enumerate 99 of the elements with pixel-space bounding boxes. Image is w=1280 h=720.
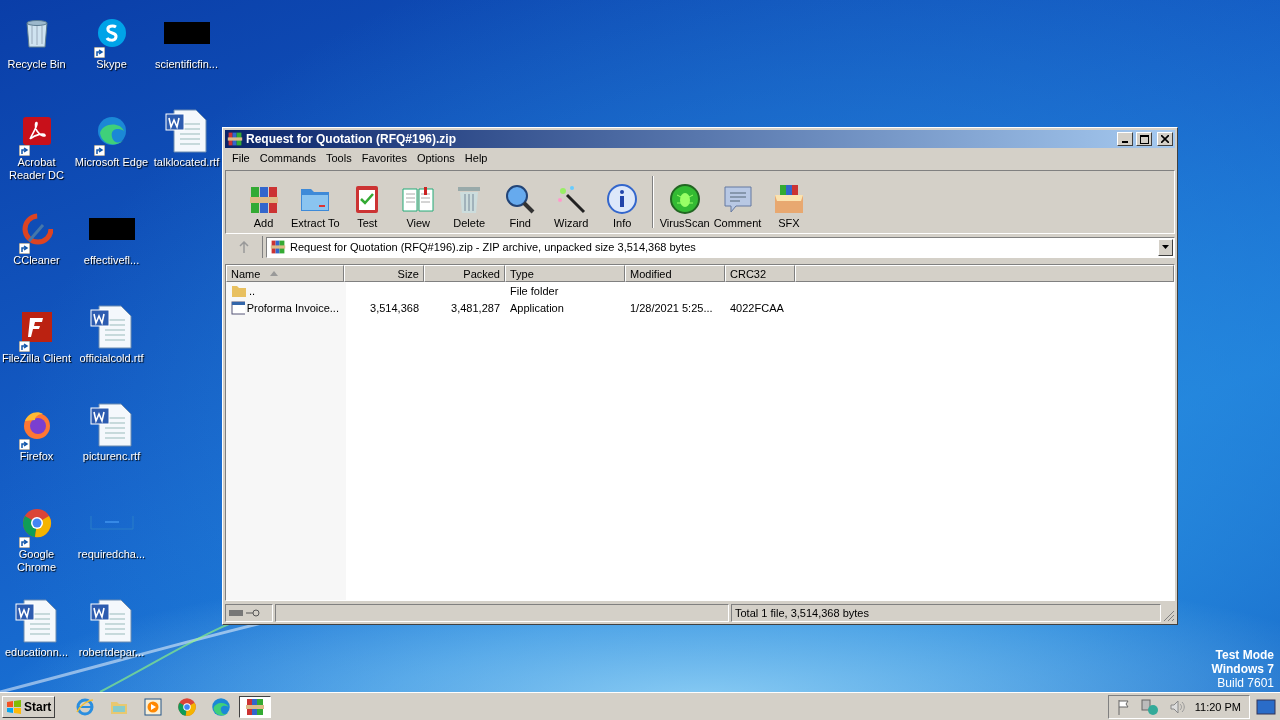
- info-icon: [606, 183, 639, 215]
- address-field[interactable]: Request for Quotation (RFQ#196).zip - ZIP archive, unpacked size 3,514,368 bytes: [266, 236, 1175, 258]
- media-player-icon[interactable]: [143, 696, 164, 717]
- edge-icon: [95, 115, 128, 147]
- resize-grip-icon[interactable]: [1163, 610, 1175, 622]
- archive-app-icon[interactable]: [245, 696, 266, 717]
- application-icon: [231, 300, 245, 315]
- network-icon[interactable]: [1140, 698, 1159, 715]
- up-arrow-icon: [238, 241, 249, 253]
- word-document-icon: [88, 402, 135, 448]
- toolbar-button[interactable]: View: [392, 171, 444, 233]
- system-notice-text: Build 7601: [1217, 676, 1274, 690]
- table-cell: Proforma Invoice...: [246, 301, 339, 314]
- show-desktop-icon[interactable]: [1256, 698, 1276, 715]
- minimize-button[interactable]: [1117, 132, 1133, 146]
- speech-bubble-icon: [721, 183, 754, 215]
- icon-label[interactable]: Skype: [96, 58, 127, 71]
- word-document-icon: [13, 598, 60, 644]
- icon-label[interactable]: picturenc.rtf: [82, 450, 141, 463]
- maximize-button[interactable]: [1136, 132, 1152, 146]
- status-text: Total 1 file, 3,514,368 bytes: [731, 604, 1161, 622]
- filezilla-icon: [20, 311, 53, 343]
- edge-icon[interactable]: [211, 696, 232, 717]
- icon-label[interactable]: Firefox: [19, 450, 54, 463]
- toolbar-button[interactable]: Delete: [443, 171, 495, 233]
- table-cell: 1/28/2021 5:25...: [630, 301, 713, 314]
- column-header[interactable]: Modified: [625, 265, 725, 282]
- toolbar-button[interactable]: Find: [494, 171, 546, 233]
- chrome-icon[interactable]: [177, 696, 198, 717]
- windows-logo-icon: [6, 699, 22, 714]
- close-button[interactable]: [1157, 132, 1173, 146]
- icon-label[interactable]: robertdepar...: [78, 646, 145, 659]
- toolbar-button[interactable]: Info: [596, 171, 648, 233]
- icon-label[interactable]: FileZilla Client: [1, 352, 72, 365]
- table-cell: Application: [510, 301, 564, 314]
- toolbar-button[interactable]: Extract To: [289, 171, 342, 233]
- icon-label[interactable]: Google Chrome: [0, 548, 74, 574]
- chrome-icon: [20, 507, 53, 539]
- icon-label[interactable]: talklocated.rtf: [153, 156, 220, 169]
- drive-icon: [229, 610, 243, 616]
- clock[interactable]: 11:20 PM: [1194, 700, 1241, 713]
- column-header[interactable]: Packed: [424, 265, 505, 282]
- icon-label[interactable]: Acrobat Reader DC: [0, 156, 74, 182]
- word-document-icon: [163, 108, 210, 154]
- column-header[interactable]: Size: [344, 265, 424, 282]
- icon-label[interactable]: Microsoft Edge: [74, 156, 149, 169]
- archive-app-icon: [227, 131, 243, 147]
- menu-item[interactable]: Options: [411, 152, 460, 164]
- system-notice-text: Test Mode: [1215, 648, 1274, 662]
- icon-label[interactable]: requiredcha...: [77, 548, 146, 561]
- system-notice-text: Windows 7: [1211, 662, 1274, 676]
- word-document-icon: [88, 304, 135, 350]
- pdf-app-icon: [20, 115, 53, 147]
- maximize-icon: [1139, 134, 1149, 144]
- table-cell: 4022FCAA: [730, 301, 784, 314]
- window-title: Request for Quotation (RFQ#196).zip: [246, 132, 457, 146]
- toolbar-button[interactable]: SFX: [763, 171, 815, 233]
- column-header[interactable]: Name: [226, 265, 344, 282]
- start-button[interactable]: Start: [2, 695, 56, 718]
- word-document-icon: [88, 598, 135, 644]
- bug-icon: [668, 183, 701, 215]
- icon-label[interactable]: educationn...: [5, 646, 68, 659]
- dropdown-button[interactable]: [1158, 238, 1173, 256]
- archive-app-icon: [270, 239, 286, 255]
- column-header[interactable]: Type: [505, 265, 625, 282]
- blank-file-icon: [89, 516, 134, 530]
- redacted-icon: [88, 218, 135, 240]
- table-cell: 3,514,368: [370, 301, 419, 314]
- flag-icon[interactable]: [1116, 698, 1131, 715]
- icon-label[interactable]: CCleaner: [13, 254, 60, 267]
- menu-item[interactable]: Favorites: [356, 152, 412, 164]
- box-books-icon: [772, 183, 805, 215]
- icon-label[interactable]: effectivefl...: [83, 254, 140, 267]
- caret-icon: [1162, 245, 1169, 249]
- ccleaner-icon: [20, 213, 53, 245]
- menu-item[interactable]: Tools: [321, 152, 357, 164]
- icon-label[interactable]: Recycle Bin: [7, 58, 66, 71]
- skype-icon: [95, 17, 128, 49]
- menu-item[interactable]: Help: [459, 152, 493, 164]
- table-cell: 3,481,287: [451, 301, 500, 314]
- magnifier-icon: [504, 183, 537, 215]
- speaker-icon[interactable]: [1168, 698, 1185, 715]
- toolbar-button[interactable]: Add: [238, 171, 289, 233]
- column-header[interactable]: CRC32: [725, 265, 795, 282]
- icon-label[interactable]: scientificfin...: [155, 58, 218, 71]
- toolbar-button[interactable]: VirusScan: [657, 171, 712, 233]
- menu-item[interactable]: File: [227, 152, 255, 164]
- toolbar-button[interactable]: Comment: [711, 171, 764, 233]
- magic-wand-icon: [555, 183, 588, 215]
- internet-explorer-icon[interactable]: [75, 696, 96, 717]
- table-cell: File folder: [510, 284, 559, 297]
- close-icon: [1161, 135, 1169, 143]
- toolbar-button[interactable]: Wizard: [545, 171, 597, 233]
- key-icon: [246, 609, 260, 617]
- table-cell: ..: [249, 284, 256, 297]
- redacted-icon: [163, 22, 210, 44]
- toolbar-button[interactable]: Test: [341, 171, 393, 233]
- icon-label[interactable]: officialcold.rtf: [79, 352, 144, 365]
- menu-item[interactable]: Commands: [254, 152, 321, 164]
